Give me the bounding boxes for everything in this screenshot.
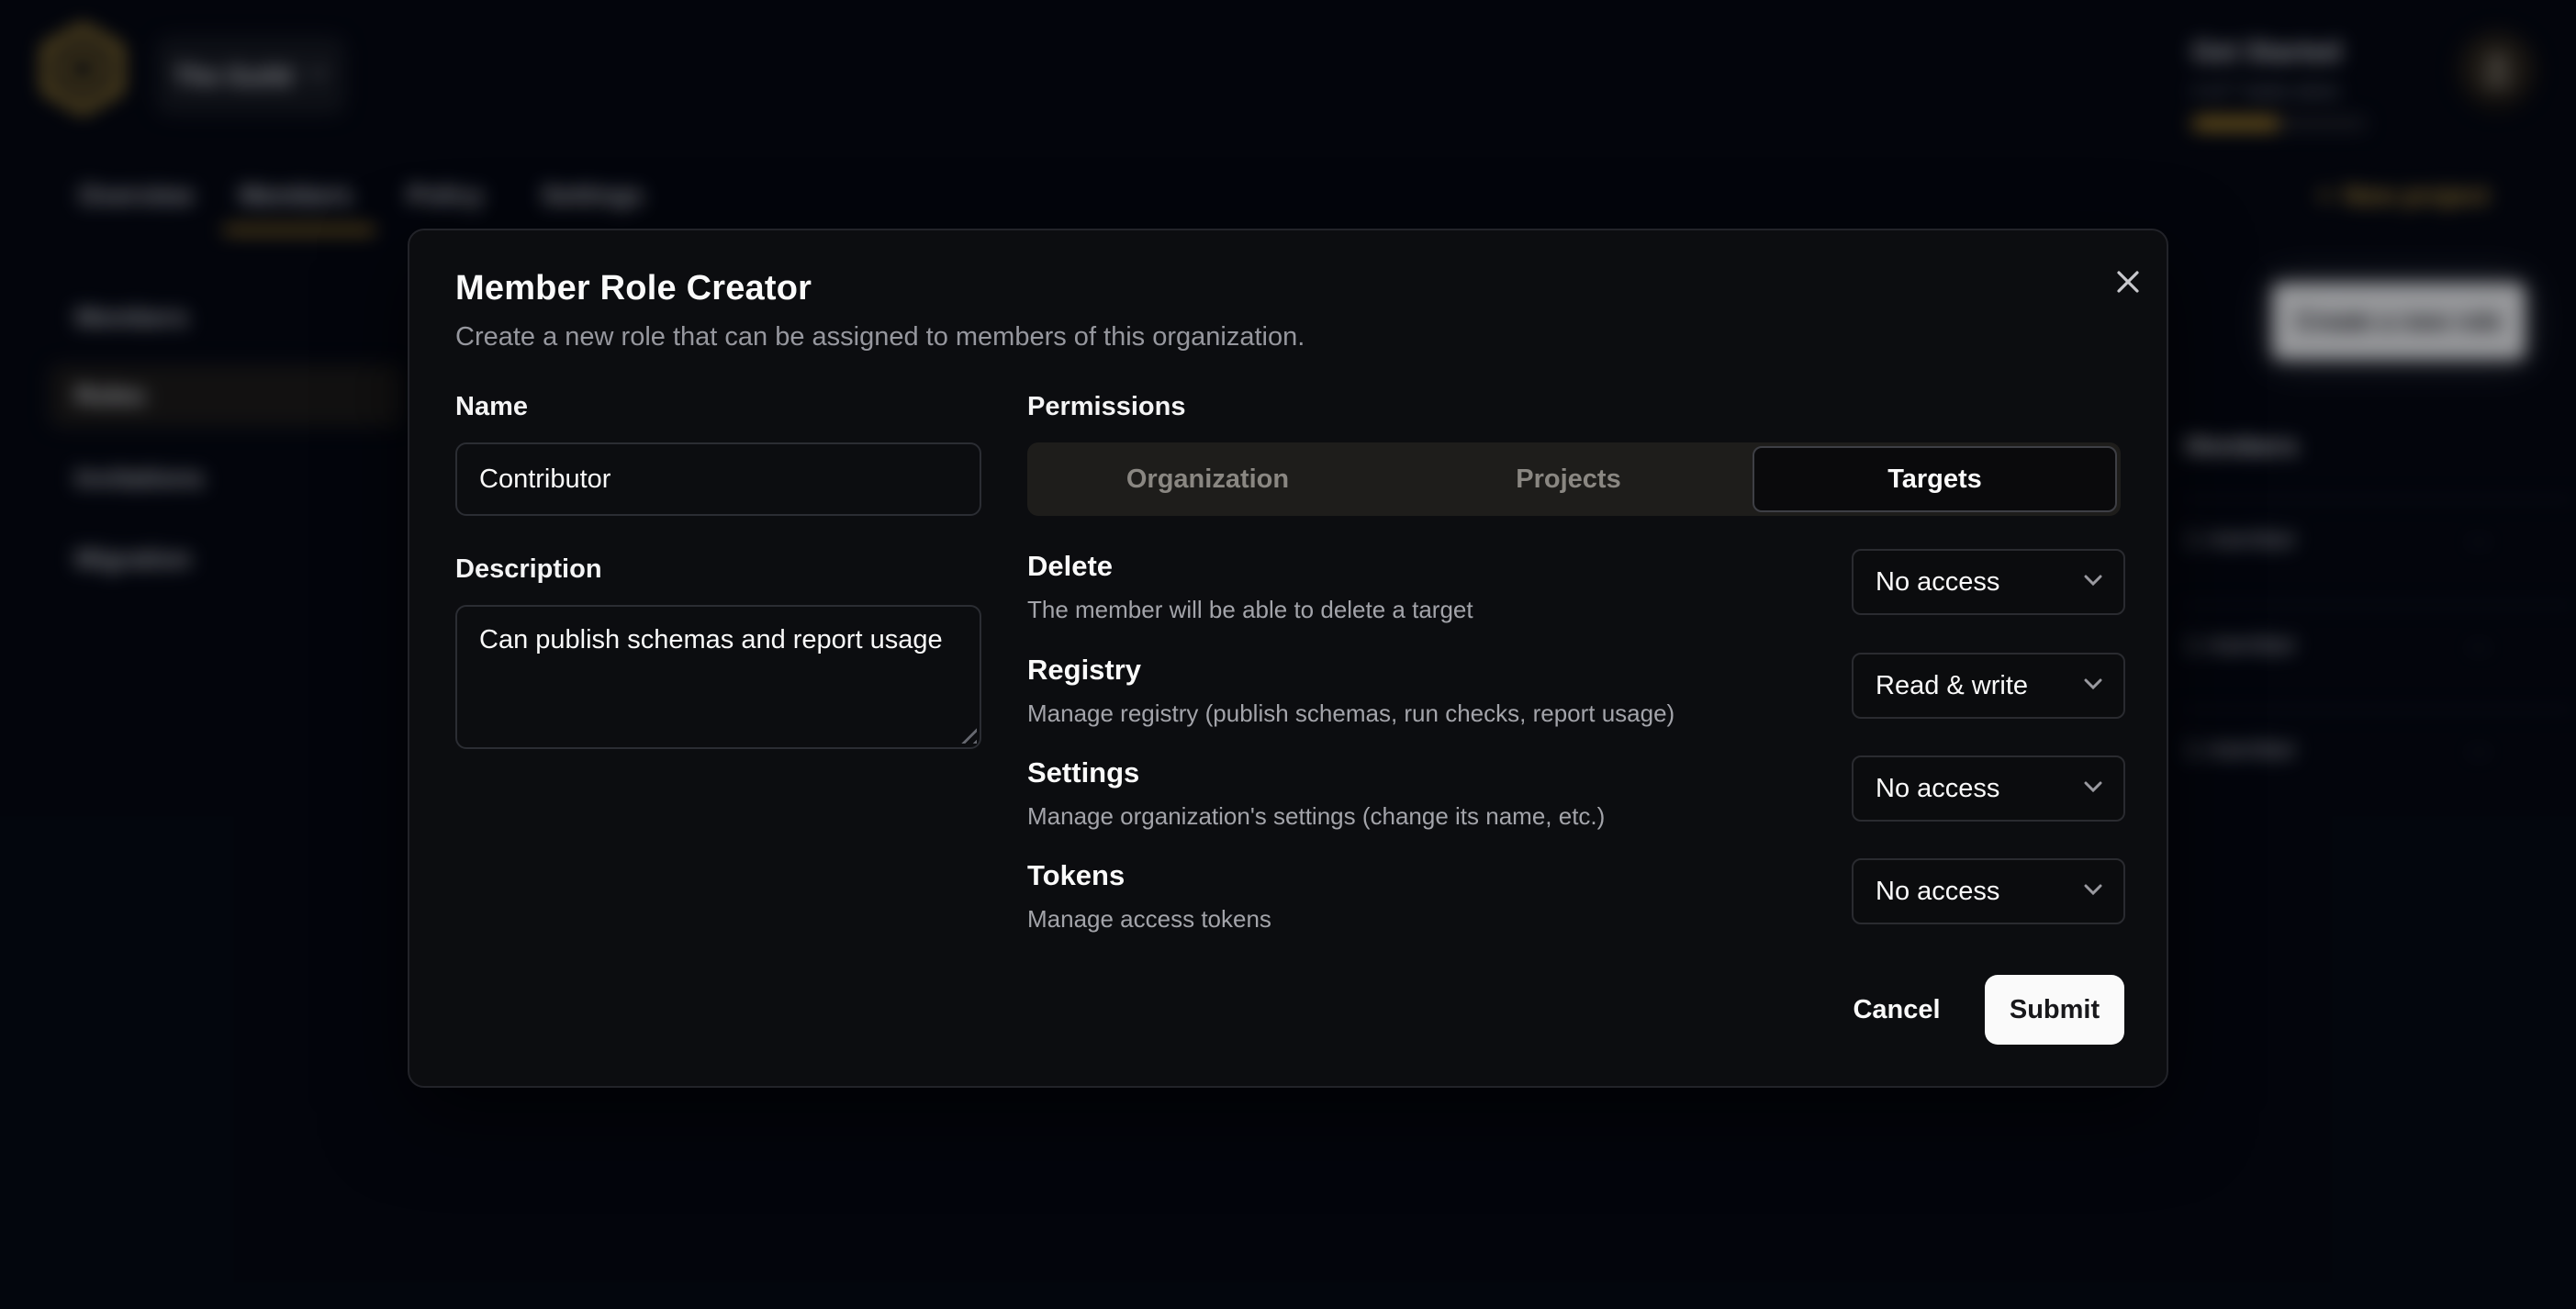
chevron-down-icon [2083, 574, 2103, 591]
chevron-down-icon [2083, 883, 2103, 901]
description-label: Description [455, 554, 602, 585]
description-field-wrap: Can publish schemas and report usage [455, 605, 981, 749]
perm-settings-desc: Manage organization's settings (change i… [1027, 802, 1605, 831]
perm-registry-value: Read & write [1876, 671, 2083, 701]
name-label: Name [455, 392, 528, 422]
chevron-down-icon [2083, 780, 2103, 798]
perm-registry-desc: Manage registry (publish schemas, run ch… [1027, 699, 1674, 728]
perm-tokens-value: No access [1876, 877, 2083, 907]
dialog-subtitle: Create a new role that can be assigned t… [455, 322, 1305, 352]
tab-targets[interactable]: Targets [1753, 446, 2117, 512]
perm-registry-select[interactable]: Read & write [1852, 653, 2125, 719]
permissions-tab-group: Organization Projects Targets [1027, 442, 2121, 516]
submit-button[interactable]: Submit [1985, 975, 2124, 1045]
perm-delete-desc: The member will be able to delete a targ… [1027, 596, 1473, 624]
tab-projects[interactable]: Projects [1388, 442, 1749, 516]
tab-organization[interactable]: Organization [1027, 442, 1388, 516]
perm-registry-title: Registry [1027, 654, 1141, 687]
dialog-title: Member Role Creator [455, 269, 812, 308]
cancel-button[interactable]: Cancel [1823, 975, 1970, 1045]
chevron-down-icon [2083, 677, 2103, 695]
perm-settings-title: Settings [1027, 756, 1139, 789]
perm-tokens-title: Tokens [1027, 859, 1125, 892]
perm-delete-select[interactable]: No access [1852, 549, 2125, 615]
name-input[interactable] [455, 442, 981, 516]
permissions-label: Permissions [1027, 392, 1185, 422]
perm-tokens-select[interactable]: No access [1852, 858, 2125, 924]
perm-settings-select[interactable]: No access [1852, 755, 2125, 822]
perm-settings-value: No access [1876, 774, 2083, 804]
perm-tokens-desc: Manage access tokens [1027, 905, 1271, 934]
description-textarea[interactable]: Can publish schemas and report usage [455, 605, 981, 749]
perm-delete-title: Delete [1027, 550, 1113, 583]
close-icon[interactable] [2108, 262, 2148, 302]
member-role-creator-dialog: Member Role Creator Create a new role th… [408, 229, 2168, 1088]
perm-delete-value: No access [1876, 567, 2083, 598]
app-root: The Guild Get Started 4 of 7 tasks done [0, 0, 2576, 1309]
